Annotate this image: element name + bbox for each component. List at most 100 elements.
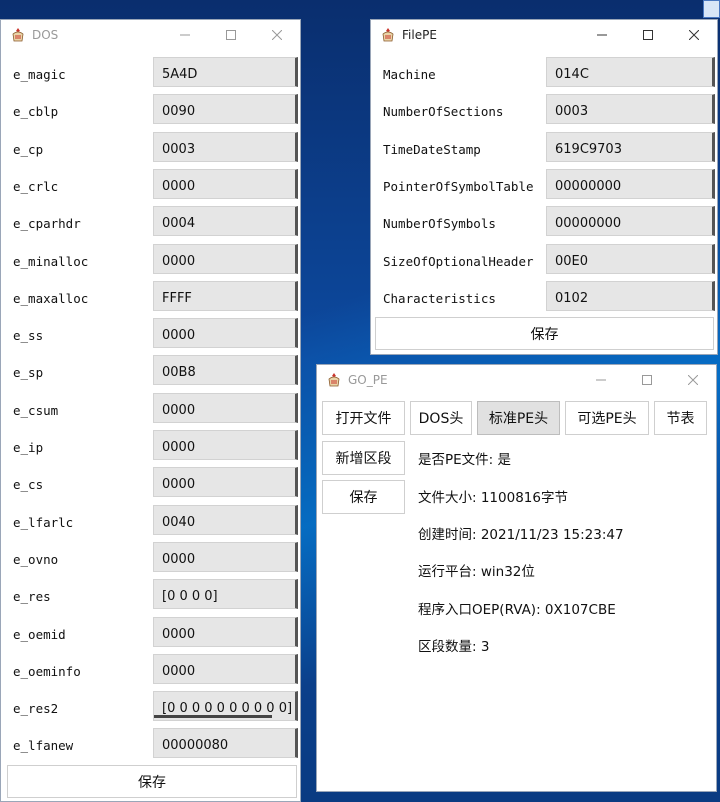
field-row: e_res2 [0 0 0 0 0 0 0 0 0 0] <box>1 689 300 726</box>
field-value-input[interactable]: 0000 <box>153 392 298 423</box>
gope-save-button[interactable]: 保存 <box>322 480 405 514</box>
gope-titlebar[interactable]: GO_PE <box>317 365 716 395</box>
field-value-input[interactable]: 0000 <box>153 430 298 460</box>
minimize-icon <box>597 34 607 36</box>
field-value-input[interactable]: 0003 <box>153 131 298 162</box>
close-icon <box>272 30 282 40</box>
field-value-input[interactable]: 00B8 <box>153 355 298 386</box>
field-value-input[interactable]: [0 0 0 0 0 0 0 0 0 0] <box>153 691 298 722</box>
maximize-icon <box>226 30 236 40</box>
desktop-shortcut-icon[interactable] <box>703 0 720 18</box>
field-row: e_cparhdr 0004 <box>1 204 300 241</box>
field-value-input[interactable]: 0000 <box>153 168 298 199</box>
close-icon <box>688 375 698 385</box>
field-label: Characteristics <box>383 290 496 306</box>
add-section-button[interactable]: 新增区段 <box>322 441 405 475</box>
field-value-input[interactable]: 0000 <box>153 616 298 647</box>
file-size-text: 文件大小: 1100816字节 <box>418 490 568 506</box>
dos-titlebar[interactable]: DOS <box>1 20 300 50</box>
field-value-input[interactable]: 0000 <box>153 318 298 349</box>
standard-pe-header-button[interactable]: 标准PE头 <box>477 401 560 435</box>
field-value-input[interactable]: 0000 <box>153 243 298 274</box>
field-label: e_cs <box>13 477 44 493</box>
field-value-input[interactable]: 00000000 <box>546 206 715 237</box>
field-value-input[interactable]: 00000000 <box>546 168 715 199</box>
field-label: NumberOfSymbols <box>383 216 496 232</box>
optional-pe-header-button[interactable]: 可选PE头 <box>565 401 649 435</box>
field-row: e_cs 0000 <box>1 465 300 502</box>
field-row: SizeOfOptionalHeader 00E0 <box>371 242 717 279</box>
filepe-titlebar[interactable]: FilePE <box>371 20 717 50</box>
minimize-button[interactable] <box>162 20 208 50</box>
section-table-button[interactable]: 节表 <box>654 401 707 435</box>
maximize-button[interactable] <box>208 20 254 50</box>
close-icon <box>689 30 699 40</box>
field-label: e_crlc <box>13 178 59 194</box>
field-row: e_sp 00B8 <box>1 353 300 390</box>
is-pe-file-text: 是否PE文件: 是 <box>418 452 512 468</box>
field-value-input[interactable]: 5A4D <box>153 57 298 87</box>
close-button[interactable] <box>670 365 716 395</box>
gope-window: GO_PE 打开文件 DOS头 标准PE头 可选PE头 节表 新增区段 保存 是… <box>316 364 717 792</box>
field-row: e_cp 0003 <box>1 130 300 167</box>
field-row: e_magic 5A4D <box>1 55 300 92</box>
field-row: e_lfarlc 0040 <box>1 503 300 540</box>
field-row: Characteristics 0102 <box>371 279 717 316</box>
field-label: e_ss <box>13 328 44 344</box>
dos-save-button[interactable]: 保存 <box>7 765 297 798</box>
field-label: TimeDateStamp <box>383 141 481 157</box>
field-row: TimeDateStamp 619C9703 <box>371 130 717 167</box>
maximize-button[interactable] <box>625 20 671 50</box>
field-label: e_res2 <box>13 701 59 717</box>
dos-header-button[interactable]: DOS头 <box>410 401 472 435</box>
field-row: e_lfanew 00000080 <box>1 726 300 763</box>
field-row: e_ip 0000 <box>1 428 300 465</box>
field-label: e_cparhdr <box>13 216 81 232</box>
maximize-button[interactable] <box>624 365 670 395</box>
field-value-input[interactable]: 0000 <box>153 467 298 498</box>
field-label: e_cblp <box>13 104 59 120</box>
filepe-window: FilePE Machine 014C NumberOfSections 0003 Ti… <box>370 19 718 355</box>
field-value-input[interactable]: 619C9703 <box>546 131 715 162</box>
minimize-icon <box>596 379 606 381</box>
field-value-input[interactable]: 0000 <box>153 541 298 572</box>
field-value-input[interactable]: 0000 <box>153 653 298 684</box>
open-file-button[interactable]: 打开文件 <box>322 401 405 435</box>
field-value-input[interactable]: 014C <box>546 57 715 87</box>
app-icon <box>12 28 24 42</box>
minimize-button[interactable] <box>579 20 625 50</box>
field-value-input[interactable]: 00000080 <box>153 728 298 759</box>
close-button[interactable] <box>254 20 300 50</box>
field-label: e_ip <box>13 440 44 455</box>
field-value-input[interactable]: 0102 <box>546 280 715 311</box>
window-title: GO_PE <box>348 373 388 387</box>
field-row: NumberOfSymbols 00000000 <box>371 204 717 241</box>
field-value-input[interactable]: 0004 <box>153 206 298 237</box>
field-label: e_minalloc <box>13 253 89 269</box>
field-value-input[interactable]: 0003 <box>546 94 715 125</box>
field-value-input[interactable]: [0 0 0 0] <box>153 579 298 610</box>
field-label: e_sp <box>13 365 44 381</box>
field-label: e_oeminfo <box>13 663 81 679</box>
filepe-save-button[interactable]: 保存 <box>375 317 714 350</box>
field-value-input[interactable]: 0040 <box>153 504 298 535</box>
field-row: e_csum 0000 <box>1 391 300 428</box>
maximize-icon <box>642 375 652 385</box>
field-label: PointerOfSymbolTable <box>383 178 534 194</box>
field-value-input[interactable]: 0090 <box>153 94 298 125</box>
field-row: e_minalloc 0000 <box>1 242 300 279</box>
maximize-icon <box>643 30 653 40</box>
minimize-button[interactable] <box>578 365 624 395</box>
field-row: NumberOfSections 0003 <box>371 92 717 129</box>
entry-point-text: 程序入口OEP(RVA): 0X107CBE <box>418 602 616 618</box>
field-row: e_oeminfo 0000 <box>1 652 300 689</box>
field-row: e_ss 0000 <box>1 316 300 353</box>
field-row: e_oemid 0000 <box>1 615 300 652</box>
app-icon <box>382 28 394 42</box>
close-button[interactable] <box>671 20 717 50</box>
field-label: e_oemid <box>13 626 66 642</box>
field-value-input[interactable]: 00E0 <box>546 243 715 274</box>
field-value-input[interactable]: FFFF <box>153 280 298 311</box>
field-label: Machine <box>383 67 436 82</box>
creation-time-text: 创建时间: 2021/11/23 15:23:47 <box>418 527 624 543</box>
